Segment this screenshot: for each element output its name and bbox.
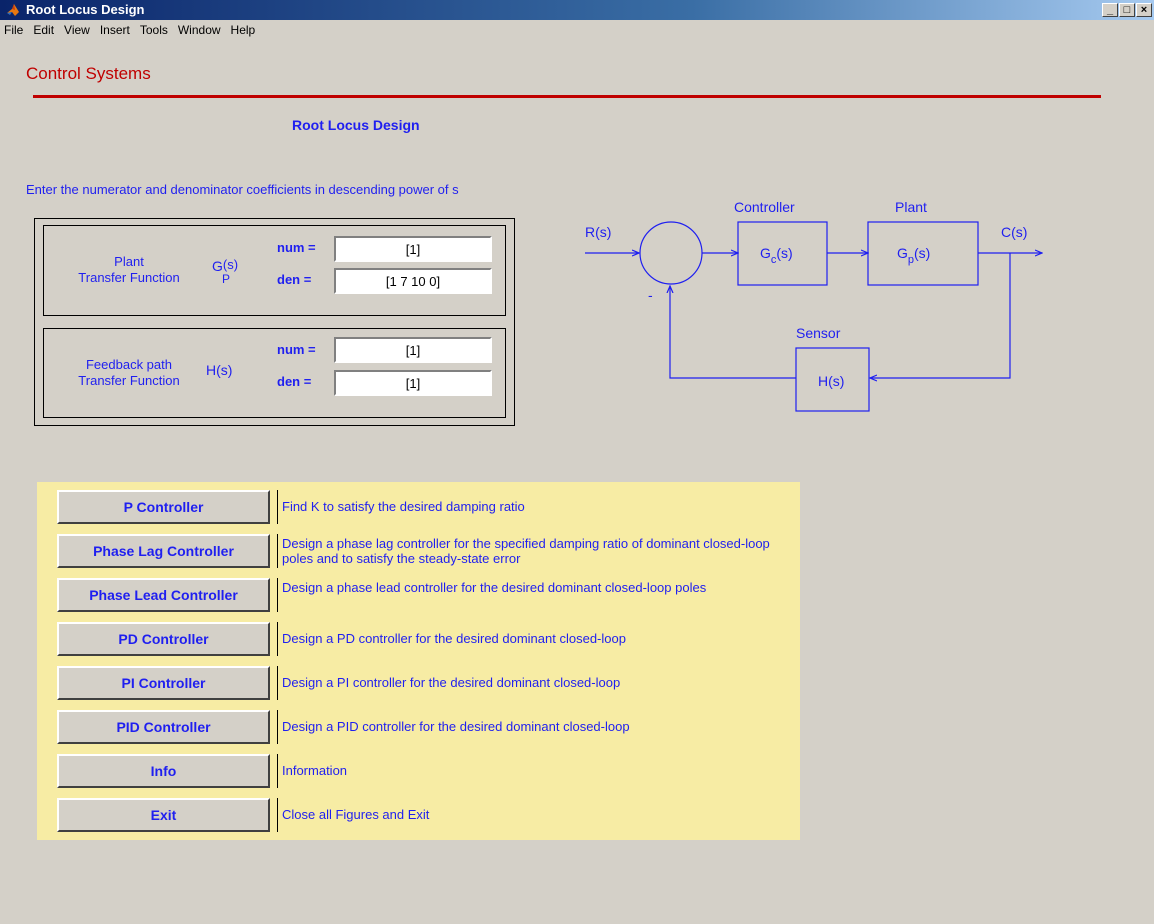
feedback-den-label: den = [277, 374, 312, 389]
menu-file[interactable]: File [0, 20, 28, 37]
sensor-title: Sensor [796, 325, 841, 341]
menu-bar: File Edit View Insert Tools Window Help [0, 20, 1154, 40]
brand-title: Control Systems [26, 64, 151, 83]
pd-controller-desc: Design a PD controller for the desired d… [277, 622, 781, 656]
plant-block-label: Gp(s) [897, 245, 930, 266]
menu-tools[interactable]: Tools [135, 20, 173, 37]
plant-den-label: den = [277, 272, 312, 287]
sensor-block-label: H(s) [818, 373, 844, 389]
plant-num-input[interactable] [334, 236, 492, 262]
pi-controller-button[interactable]: PI Controller [57, 666, 270, 700]
plant-label-line2: Transfer Function [78, 270, 180, 285]
plant-block-arg: (s) [914, 245, 930, 261]
minus-sign: - [648, 287, 653, 303]
exit-desc: Close all Figures and Exit [277, 798, 781, 832]
block-diagram: R(s) C(s) - Controller Plant Sensor Gc(s… [585, 199, 1060, 412]
feedback-symbol: H(s) [206, 362, 233, 378]
instruction-text: Enter the numerator and denominator coef… [26, 182, 459, 197]
plant-symbol-sub: P [222, 272, 231, 286]
menu-insert[interactable]: Insert [95, 20, 135, 37]
page-heading: Root Locus Design [292, 117, 420, 133]
phase-lag-controller-desc: Design a phase lag controller for the sp… [277, 534, 781, 568]
feedback-num-input[interactable] [334, 337, 492, 363]
feedback-den-input[interactable] [334, 370, 492, 396]
maximize-button[interactable]: □ [1119, 3, 1135, 17]
output-label: C(s) [1001, 224, 1027, 240]
close-button[interactable]: × [1136, 3, 1152, 17]
pd-controller-button[interactable]: PD Controller [57, 622, 270, 656]
plant-symbol: G(s) P [212, 257, 239, 286]
plant-block-main: G [897, 245, 908, 261]
phase-lead-controller-button[interactable]: Phase Lead Controller [57, 578, 270, 612]
p-controller-button[interactable]: P Controller [57, 490, 270, 524]
plant-num-label: num = [277, 240, 316, 255]
menu-view[interactable]: View [59, 20, 95, 37]
controller-title: Controller [734, 199, 795, 215]
controller-panel: P Controller Find K to satisfy the desir… [37, 482, 800, 840]
plant-panel: Plant Transfer Function G(s) P num = den… [43, 225, 506, 316]
controller-block-label: Gc(s) [760, 245, 793, 266]
feedback-label-line2: Transfer Function [78, 373, 180, 388]
pi-controller-desc: Design a PI controller for the desired d… [277, 666, 781, 700]
brand-divider [33, 95, 1101, 98]
feedback-path-arrow [870, 253, 1011, 378]
info-button[interactable]: Info [57, 754, 270, 788]
menu-window[interactable]: Window [173, 20, 226, 37]
transfer-function-container: Plant Transfer Function G(s) P num = den… [34, 218, 515, 426]
pid-controller-desc: Design a PID controller for the desired … [277, 710, 781, 744]
controller-block-main: G [760, 245, 771, 261]
plant-panel-label: Plant Transfer Function [54, 254, 204, 286]
plant-title: Plant [895, 199, 927, 215]
controller-block-arg: (s) [776, 245, 792, 261]
info-desc: Information [277, 754, 781, 788]
sensor-to-sum-arrow [670, 286, 796, 379]
feedback-label-line1: Feedback path [85, 357, 172, 372]
plant-symbol-arg: (s) [222, 257, 239, 272]
p-controller-desc: Find K to satisfy the desired damping ra… [277, 490, 781, 524]
input-label: R(s) [585, 224, 611, 240]
matlab-logo-icon [7, 4, 19, 16]
plant-den-input[interactable] [334, 268, 492, 294]
exit-button[interactable]: Exit [57, 798, 270, 832]
title-bar: Root Locus Design _ □ × [0, 0, 1154, 20]
minimize-button[interactable]: _ [1102, 3, 1118, 17]
feedback-panel-label: Feedback path Transfer Function [54, 357, 204, 389]
pid-controller-button[interactable]: PID Controller [57, 710, 270, 744]
phase-lead-controller-desc: Design a phase lead controller for the d… [277, 578, 781, 612]
menu-help[interactable]: Help [226, 20, 261, 37]
plant-label-line1: Plant [114, 254, 144, 269]
summing-junction [639, 221, 703, 285]
menu-edit[interactable]: Edit [28, 20, 59, 37]
feedback-num-label: num = [277, 342, 316, 357]
phase-lag-controller-button[interactable]: Phase Lag Controller [57, 534, 270, 568]
feedback-panel: Feedback path Transfer Function H(s) num… [43, 328, 506, 418]
window-title: Root Locus Design [26, 2, 145, 17]
